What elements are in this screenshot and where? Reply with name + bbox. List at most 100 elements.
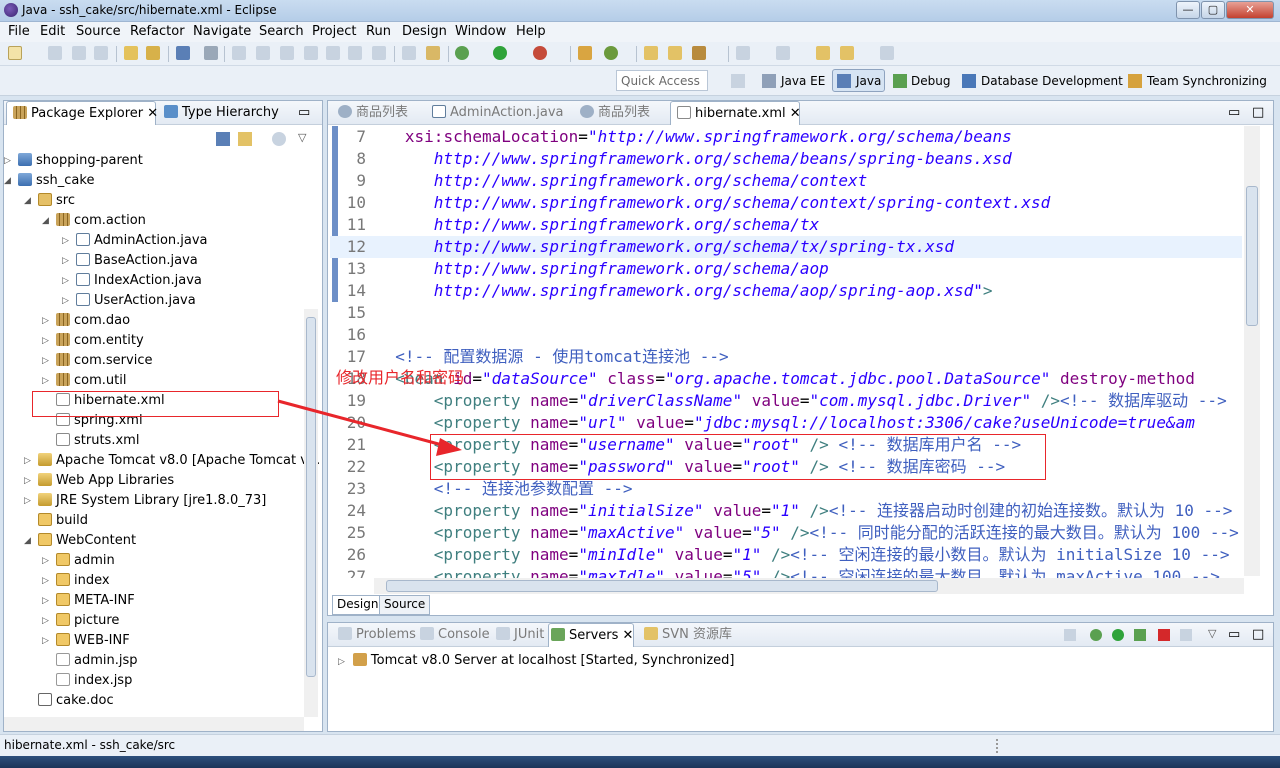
previous-annotation-icon[interactable] xyxy=(776,46,790,60)
perspective-debug[interactable]: Debug xyxy=(911,74,950,88)
tree-item[interactable]: ▷ BaseAction.java xyxy=(62,251,198,271)
tree-item[interactable]: ▷ com.dao xyxy=(42,311,130,331)
expand-arrow-icon[interactable]: ▷ xyxy=(42,311,50,331)
menu-file[interactable]: File xyxy=(8,24,30,39)
link-editor-icon[interactable] xyxy=(238,132,252,146)
menu-refactor[interactable]: Refactor xyxy=(130,24,185,39)
tab-problems[interactable]: Problems xyxy=(336,623,416,647)
expand-arrow-icon[interactable]: ▷ xyxy=(42,571,50,591)
print-icon[interactable] xyxy=(94,46,108,60)
expand-arrow-icon[interactable]: ▷ xyxy=(24,471,32,491)
save-all-icon[interactable] xyxy=(72,46,86,60)
debug-server-icon[interactable] xyxy=(1090,629,1102,641)
pencil-icon[interactable] xyxy=(692,46,706,60)
open-project-icon[interactable] xyxy=(668,46,682,60)
next-annotation-icon[interactable] xyxy=(736,46,750,60)
skip-breakpoints-icon[interactable] xyxy=(204,46,218,60)
tree-item[interactable]: ▷ UserAction.java xyxy=(62,291,196,311)
menu-source[interactable]: Source xyxy=(76,24,121,39)
code-line[interactable]: 8 http://www.springframework.org/schema/… xyxy=(330,148,1242,170)
suspend-icon[interactable] xyxy=(256,46,270,60)
tab-design[interactable]: Design xyxy=(332,595,384,615)
code-line[interactable]: 27 <property name="maxIdle" value="5" />… xyxy=(330,566,1242,578)
code-line[interactable]: 9 http://www.springframework.org/schema/… xyxy=(330,170,1242,192)
code-line[interactable]: 26 <property name="minIdle" value="1" />… xyxy=(330,544,1242,566)
back-icon[interactable] xyxy=(840,46,854,60)
expand-arrow-icon[interactable]: ▷ xyxy=(4,151,12,171)
editor-minimize-icon[interactable]: ▭ xyxy=(1228,101,1242,125)
menu-project[interactable]: Project xyxy=(312,24,356,39)
use-step-filters-icon[interactable] xyxy=(426,46,440,60)
menu-navigate[interactable]: Navigate xyxy=(193,24,251,39)
stop-server-icon[interactable] xyxy=(1158,629,1170,641)
tree-item[interactable]: ▷ Web App Libraries xyxy=(24,471,174,491)
terminate-icon[interactable] xyxy=(280,46,294,60)
tab-admin-action[interactable]: AdminAction.java xyxy=(428,101,568,125)
perspective-java-ee[interactable]: Java EE xyxy=(781,74,825,88)
tree-item[interactable]: ◢ WebContent xyxy=(24,531,136,551)
tree-horizontal-scrollbar[interactable] xyxy=(4,717,304,731)
expand-arrow-icon[interactable]: ▷ xyxy=(42,371,50,391)
tab-servers[interactable]: Servers ✕ xyxy=(548,623,634,647)
tab-hibernate-xml[interactable]: hibernate.xml ✕ xyxy=(670,101,801,125)
collapse-icon[interactable] xyxy=(1064,629,1076,641)
tree-item[interactable]: ▷ shopping-parent xyxy=(4,151,143,171)
code-line[interactable]: 18 <bean id="dataSource" class="org.apac… xyxy=(330,368,1242,390)
tree-item[interactable]: ▷ IndexAction.java xyxy=(62,271,202,291)
editor-vertical-scrollbar[interactable] xyxy=(1244,126,1260,576)
editor-scroll-thumb[interactable] xyxy=(1246,186,1258,326)
close-window-button[interactable]: ✕ xyxy=(1226,1,1274,19)
maximize-button[interactable]: ▢ xyxy=(1201,1,1225,19)
tab-source[interactable]: Source xyxy=(379,595,431,615)
drop-to-frame-icon[interactable] xyxy=(402,46,416,60)
tree-item[interactable]: struts.xml xyxy=(56,431,139,451)
collapse-all-icon[interactable] xyxy=(216,132,230,146)
expand-arrow-icon[interactable]: ▷ xyxy=(42,631,50,651)
tree-item[interactable]: cake.doc xyxy=(38,691,114,711)
tree-vertical-scrollbar[interactable] xyxy=(304,309,318,717)
run-icon[interactable] xyxy=(493,46,507,60)
tab-svn-repository[interactable]: SVN 资源库 xyxy=(642,623,742,647)
code-line[interactable]: 14 http://www.springframework.org/schema… xyxy=(330,280,1242,302)
menu-window[interactable]: Window xyxy=(455,24,506,39)
menu-design[interactable]: Design xyxy=(402,24,447,39)
tree-item[interactable]: ▷ JRE System Library [jre1.8.0_73] xyxy=(24,491,266,511)
quick-access-input[interactable]: Quick Access xyxy=(616,70,708,91)
tab-package-explorer[interactable]: Package Explorer ✕ xyxy=(6,101,158,125)
minimize-button[interactable]: — xyxy=(1176,1,1200,19)
resume-icon[interactable] xyxy=(232,46,246,60)
code-line[interactable]: 20 <property name="url" value="jdbc:mysq… xyxy=(330,412,1242,434)
expand-arrow-icon[interactable]: ▷ xyxy=(24,491,32,511)
publish-icon[interactable] xyxy=(1180,629,1192,641)
tree-item[interactable]: ▷ com.entity xyxy=(42,331,144,351)
tree-item[interactable]: index.jsp xyxy=(56,671,132,691)
terminal-icon[interactable] xyxy=(176,46,190,60)
tree-item[interactable]: ▷ AdminAction.java xyxy=(62,231,208,251)
expand-arrow-icon[interactable]: ▷ xyxy=(42,591,50,611)
last-edit-location-icon[interactable] xyxy=(816,46,830,60)
collapse-arrow-icon[interactable]: ◢ xyxy=(24,191,32,211)
tab-goods-list-1[interactable]: 商品列表 xyxy=(332,101,422,125)
tree-item[interactable]: ▷ com.service xyxy=(42,351,152,371)
open-type-icon[interactable] xyxy=(124,46,138,60)
tree-item[interactable]: ◢ ssh_cake xyxy=(4,171,94,191)
new-icon[interactable] xyxy=(8,46,22,60)
servers-view-menu-icon[interactable]: ▽ xyxy=(1208,627,1216,640)
collapse-arrow-icon[interactable]: ◢ xyxy=(42,211,50,231)
profile-server-icon[interactable] xyxy=(1134,629,1146,641)
code-line[interactable]: 17 <!-- 配置数据源 - 使用tomcat连接池 --> xyxy=(330,346,1242,368)
save-icon[interactable] xyxy=(48,46,62,60)
start-server-icon[interactable] xyxy=(1112,629,1124,641)
open-resource-icon[interactable] xyxy=(146,46,160,60)
server-entry[interactable]: ▷ Tomcat v8.0 Server at localhost [Starte… xyxy=(338,651,734,671)
servers-minimize-icon[interactable]: ▭ xyxy=(1228,623,1242,647)
tree-scroll-thumb[interactable] xyxy=(306,317,316,677)
editor-horizontal-scrollbar[interactable] xyxy=(374,578,1244,594)
tree-item[interactable]: build xyxy=(38,511,88,531)
perspective-database-development[interactable]: Database Development xyxy=(981,74,1123,88)
menu-search[interactable]: Search xyxy=(259,24,304,39)
step-return-icon[interactable] xyxy=(372,46,386,60)
menu-edit[interactable]: Edit xyxy=(40,24,65,39)
tree-item[interactable]: ▷ picture xyxy=(42,611,119,631)
open-perspective-icon[interactable] xyxy=(731,74,745,88)
